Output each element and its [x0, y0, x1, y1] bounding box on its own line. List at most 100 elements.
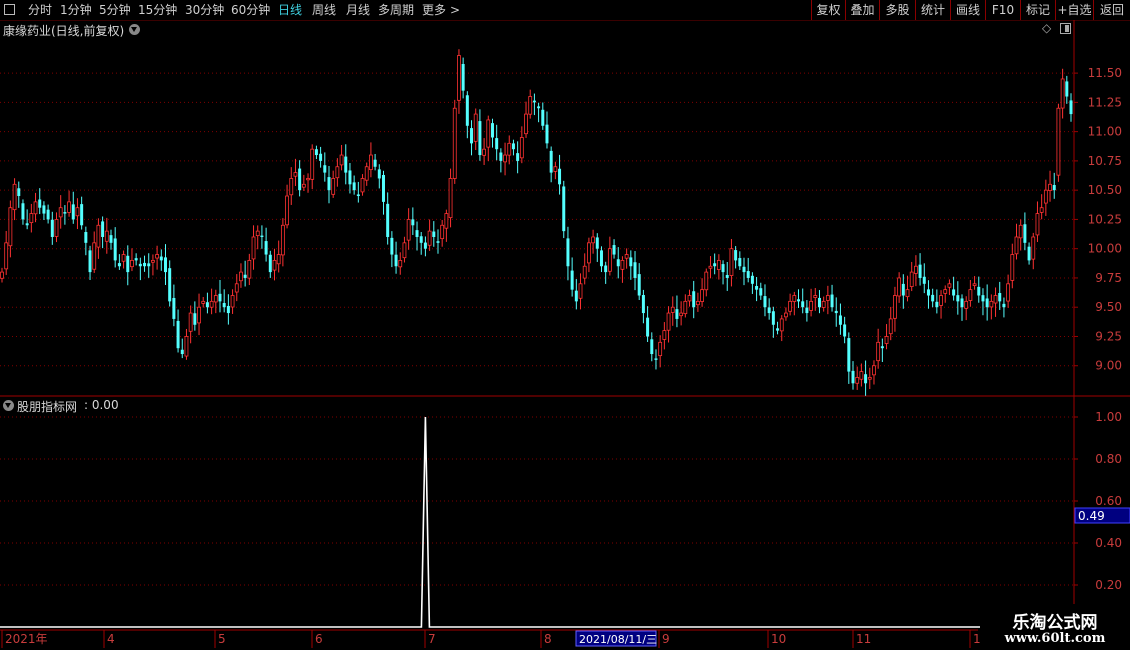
candle-body-down — [1002, 303, 1006, 308]
chevron-down-icon[interactable] — [3, 400, 14, 411]
candle-body-down — [549, 150, 553, 173]
candle-body-down — [985, 298, 989, 308]
candle-body-up — [607, 248, 612, 272]
candle-body-up — [553, 166, 558, 172]
candle-body-down — [226, 305, 230, 314]
candle-body-up — [331, 178, 336, 195]
candle-body-down — [260, 235, 264, 237]
candle-body-down — [801, 301, 805, 308]
candle-body-down — [298, 168, 302, 191]
candle-body-down — [926, 289, 930, 296]
candle-body-down — [633, 262, 637, 278]
candle-body-down — [1052, 185, 1056, 191]
candle-body-down — [415, 230, 419, 237]
candle-body-down — [646, 317, 650, 337]
candle-body-down — [935, 301, 939, 308]
candle-body-down — [1027, 246, 1031, 261]
candle-body-down — [352, 182, 356, 191]
candle-body-up — [247, 259, 252, 279]
candle-body-down — [394, 254, 398, 267]
cursor-value-label: 0.49 — [1078, 509, 1105, 523]
candle-body-up — [909, 271, 914, 287]
candle-body-down — [348, 170, 352, 185]
candle-body-down — [319, 153, 323, 161]
candle-body-down — [721, 264, 725, 273]
candle-body-down — [771, 311, 775, 325]
candle-body-up — [58, 207, 63, 218]
candle-body-down — [88, 250, 92, 273]
candle-body-down — [218, 293, 222, 302]
candle-body-up — [813, 295, 818, 298]
candle-body-up — [188, 312, 193, 332]
chevron-down-icon[interactable] — [129, 24, 140, 35]
candle-body-up — [67, 201, 71, 213]
candle-body-down — [465, 95, 469, 126]
candle-body-up — [993, 295, 998, 304]
date-label: 7 — [428, 632, 436, 646]
candle-body-down — [629, 257, 633, 267]
candle-body-up — [201, 300, 206, 304]
candle-body-down — [377, 169, 381, 179]
candle-body-down — [386, 203, 390, 237]
panel-toggle-icon[interactable] — [1060, 23, 1071, 34]
candle-body-up — [893, 295, 897, 319]
candle-body-up — [427, 230, 432, 246]
candle-body-down — [734, 250, 738, 261]
candle-body-up — [624, 254, 629, 259]
candle-body-down — [981, 295, 985, 302]
date-label: 11 — [856, 632, 871, 646]
candle-body-down — [499, 152, 503, 161]
candle-body-down — [138, 263, 142, 267]
candle-body-down — [25, 223, 29, 226]
indicator-tick-label: 0.80 — [1095, 452, 1122, 466]
price-tick-label: 10.75 — [1088, 154, 1122, 168]
candle-body-down — [713, 263, 717, 267]
cursor-date-label: 2021/08/11/三 — [579, 633, 657, 646]
candle-body-up — [448, 178, 453, 219]
candle-body-down — [511, 143, 515, 150]
candle-body-down — [193, 313, 197, 325]
candle-body-down — [952, 289, 956, 296]
watermark-title: 乐淘公式网 — [1012, 613, 1098, 633]
candle-body-down — [922, 276, 926, 284]
candle-body-up — [679, 312, 684, 317]
candle-body-down — [50, 219, 54, 237]
candle-body-down — [977, 286, 981, 296]
candle-body-up — [587, 242, 591, 264]
candle-body-down — [612, 245, 616, 255]
candle-body-down — [163, 257, 167, 273]
candle-body-down — [847, 338, 851, 372]
candle-body-down — [381, 174, 385, 202]
candle-body-down — [356, 194, 360, 197]
candle-body-down — [268, 254, 272, 273]
candle-body-down — [516, 153, 520, 161]
candle-body-up — [255, 230, 260, 237]
candle-body-down — [641, 295, 645, 314]
candle-body-down — [834, 310, 838, 314]
candle-body-up — [398, 259, 403, 268]
candle-body-up — [792, 295, 797, 302]
candle-body-down — [109, 235, 113, 243]
candle-body-down — [327, 177, 331, 191]
candle-body-up — [209, 300, 214, 308]
candle-body-up — [406, 219, 411, 241]
candle-body-up — [687, 295, 692, 302]
candle-body-up — [12, 183, 17, 211]
candle-body-up — [197, 306, 201, 324]
candle-body-up — [301, 183, 306, 188]
candle-body-up — [440, 224, 445, 240]
kline-chart[interactable]: 9.00 9.25 9.50 9.75 10.00 10.25 10.50 10.75 11.0… — [0, 0, 1130, 650]
candle-body-down — [654, 358, 658, 360]
candle-body-up — [280, 224, 285, 256]
candle-body-down — [880, 346, 884, 349]
indicator-line — [0, 416, 1074, 628]
indicator-tick-label: 0.60 — [1095, 494, 1122, 508]
candle-body-up — [716, 259, 721, 270]
candle-body-down — [495, 138, 499, 150]
candle-body-down — [117, 263, 121, 267]
candle-body-up — [695, 300, 700, 306]
diamond-icon[interactable]: ◇ — [1042, 21, 1051, 35]
candle-body-up — [704, 271, 709, 291]
candle-body-up — [578, 283, 583, 299]
candle-body-up — [0, 271, 4, 279]
